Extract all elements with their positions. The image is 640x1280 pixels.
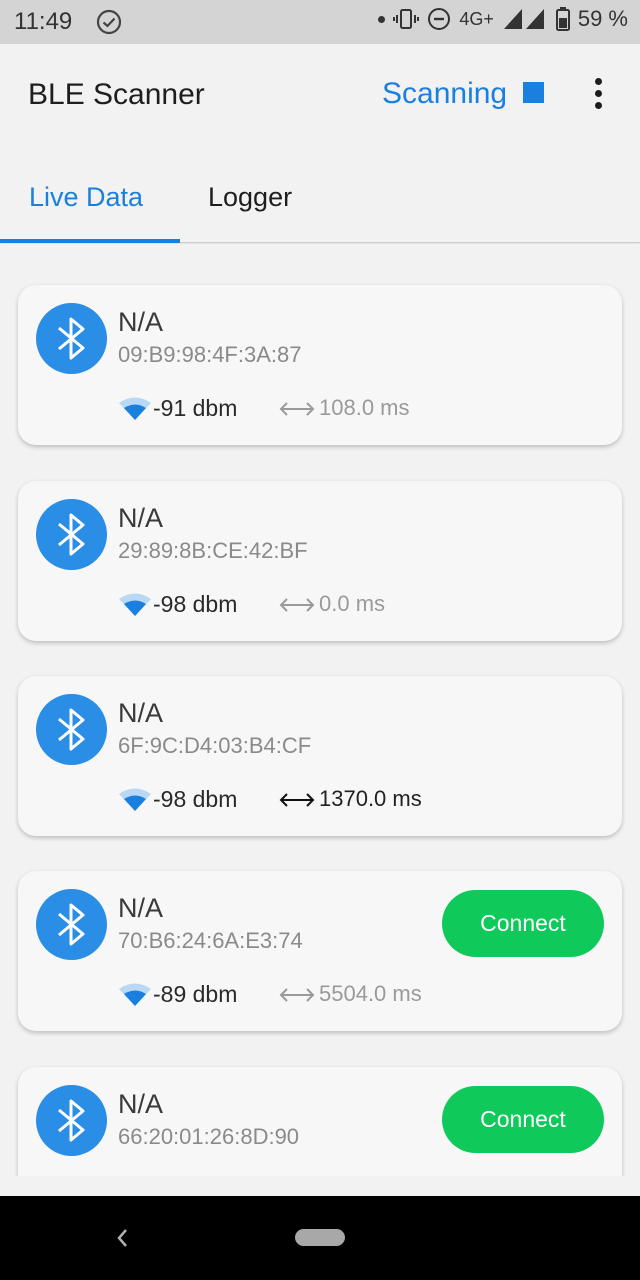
check-circle-icon xyxy=(96,9,122,35)
home-pill-icon[interactable] xyxy=(295,1229,345,1246)
device-rssi: -98 dbm xyxy=(153,786,238,812)
system-nav-bar xyxy=(0,1196,640,1280)
device-list[interactable]: N/A 09:B9:98:4F:3A:87 -91 dbm 108.0 ms N… xyxy=(0,244,640,1176)
app-title: BLE Scanner xyxy=(28,78,205,111)
double-arrow-icon xyxy=(279,988,315,1002)
notification-dot-icon xyxy=(378,15,386,23)
device-mac: 66:20:01:26:8D:90 xyxy=(118,1124,300,1149)
wifi-signal-icon xyxy=(119,397,151,420)
device-mac: 29:89:8B:CE:42:BF xyxy=(118,538,308,563)
device-interval: 5504.0 ms xyxy=(319,981,422,1006)
device-interval: 1370.0 ms xyxy=(319,786,422,811)
device-rssi: -91 dbm xyxy=(153,395,238,421)
device-mac: 6F:9C:D4:03:B4:CF xyxy=(118,733,312,758)
vibrate-icon xyxy=(393,9,420,29)
more-vert-icon[interactable] xyxy=(588,78,608,110)
list-bottom-spacer xyxy=(0,1176,640,1196)
status-bar: 11:49 4G+ 59 % xyxy=(0,0,640,44)
connect-button[interactable]: Connect xyxy=(442,1086,604,1153)
device-card[interactable]: N/A 66:20:01:26:8D:90 Connect xyxy=(18,1067,622,1176)
connect-button[interactable]: Connect xyxy=(442,890,604,957)
device-card[interactable]: N/A 6F:9C:D4:03:B4:CF -98 dbm 1370.0 ms xyxy=(18,676,622,836)
device-mac: 70:B6:24:6A:E3:74 xyxy=(118,928,303,953)
device-card[interactable]: N/A 70:B6:24:6A:E3:74 Connect -89 dbm 55… xyxy=(18,871,622,1031)
device-name: N/A xyxy=(118,503,164,533)
device-name: N/A xyxy=(118,1089,164,1119)
scanning-toggle[interactable]: Scanning xyxy=(382,77,507,111)
tab-indicator xyxy=(0,239,180,243)
double-arrow-icon xyxy=(279,793,315,807)
device-name: N/A xyxy=(118,893,164,923)
network-type: 4G+ xyxy=(459,8,494,29)
bluetooth-icon xyxy=(36,1085,107,1156)
do-not-disturb-icon xyxy=(428,8,451,30)
bluetooth-icon xyxy=(36,694,107,765)
status-time: 11:49 xyxy=(14,8,73,35)
back-icon[interactable] xyxy=(114,1226,130,1250)
bluetooth-icon xyxy=(36,499,107,570)
device-interval: 0.0 ms xyxy=(319,591,386,616)
tab-logger[interactable]: Logger xyxy=(208,182,292,213)
device-card[interactable]: N/A 09:B9:98:4F:3A:87 -91 dbm 108.0 ms xyxy=(18,285,622,445)
device-card[interactable]: N/A 29:89:8B:CE:42:BF -98 dbm 0.0 ms xyxy=(18,481,622,641)
device-interval: 108.0 ms xyxy=(319,395,410,420)
device-rssi: -98 dbm xyxy=(153,591,238,617)
bluetooth-icon xyxy=(36,303,107,374)
device-mac: 09:B9:98:4F:3A:87 xyxy=(118,342,302,367)
wifi-signal-icon xyxy=(119,983,151,1006)
device-name: N/A xyxy=(118,307,164,337)
double-arrow-icon xyxy=(279,402,315,416)
wifi-signal-icon xyxy=(119,593,151,616)
battery-icon xyxy=(555,7,570,31)
cell-signal-icon xyxy=(503,9,544,29)
tab-bar: Live Data Logger xyxy=(0,144,640,243)
stop-scan-icon[interactable] xyxy=(523,82,544,103)
device-rssi: -89 dbm xyxy=(153,981,238,1007)
tab-live-data[interactable]: Live Data xyxy=(29,182,143,213)
app-bar: BLE Scanner Scanning xyxy=(0,44,640,144)
wifi-signal-icon xyxy=(119,788,151,811)
battery-percent: 59 % xyxy=(577,6,628,31)
double-arrow-icon xyxy=(279,598,315,612)
bluetooth-icon xyxy=(36,889,107,960)
device-name: N/A xyxy=(118,698,164,728)
